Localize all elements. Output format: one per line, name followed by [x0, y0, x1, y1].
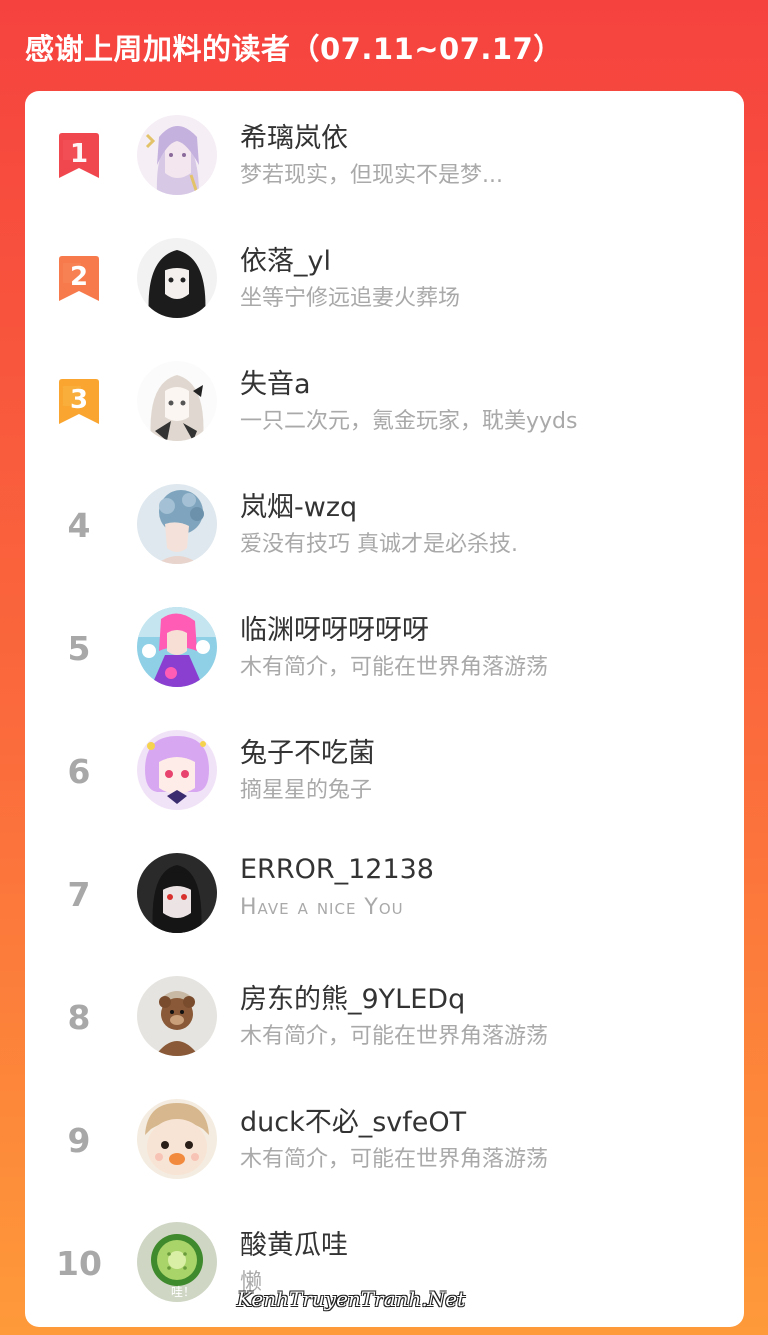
avatar[interactable]	[137, 115, 217, 195]
reader-row[interactable]: 4 岚烟-wzq 爱没有技巧 真诚才是必杀技.	[25, 470, 744, 580]
reader-description: 爱没有技巧 真诚才是必杀技.	[240, 532, 518, 557]
reader-description: 一只二次元，氪金玩家，耽美yyds	[240, 409, 578, 434]
rank-2-ribbon-icon: 2	[55, 244, 103, 314]
reader-row[interactable]: 7 ERROR_12138 Have a nice You	[25, 839, 744, 949]
rank-number: 4	[67, 505, 91, 545]
reader-description: 木有简介，可能在世界角落游荡	[240, 655, 549, 680]
avatar[interactable]	[137, 730, 217, 810]
reader-description: 坐等宁修远追妻火葬场	[240, 286, 461, 311]
reader-name: 临渊呀呀呀呀呀	[240, 615, 429, 646]
avatar[interactable]	[137, 361, 217, 441]
reader-row[interactable]: 1 希璃岚依 梦若现实，但现实不是梦...	[25, 101, 744, 211]
reader-name: 兔子不吃菌	[240, 738, 375, 769]
reader-description: 梦若现实，但现实不是梦...	[240, 163, 503, 188]
rank-number: 9	[67, 1120, 91, 1160]
avatar[interactable]	[137, 484, 217, 564]
reader-row[interactable]: 8 房东的熊_9YLEDq 木有简介，可能在世界角落游荡	[25, 962, 744, 1072]
reader-name: 依落_yl	[240, 246, 331, 277]
reader-ranking-card: 1 希璃岚依 梦若现实，但现实不是梦... 2 依落_yl 坐等宁修远追妻火葬场…	[25, 91, 744, 1327]
reader-description: Have a nice You	[240, 895, 404, 920]
reader-name: 希璃岚依	[240, 123, 348, 154]
avatar[interactable]	[137, 607, 217, 687]
reader-description: 木有简介，可能在世界角落游荡	[240, 1024, 549, 1049]
svg-text:1: 1	[70, 139, 88, 169]
avatar[interactable]	[137, 1099, 217, 1179]
reader-description: 摘星星的兔子	[240, 778, 373, 803]
rank-number: 8	[67, 997, 91, 1037]
avatar[interactable]	[137, 238, 217, 318]
reader-name: 岚烟-wzq	[240, 492, 358, 523]
svg-text:3: 3	[70, 385, 88, 415]
rank-1-ribbon-icon: 1	[55, 121, 103, 191]
reader-row[interactable]: 9 duck不必_svfeOT 木有简介，可能在世界角落游荡	[25, 1085, 744, 1195]
reader-description: 木有简介，可能在世界角落游荡	[240, 1147, 549, 1172]
reader-row[interactable]: 5 临渊呀呀呀呀呀 木有简介，可能在世界角落游荡	[25, 593, 744, 703]
page-header-title: 感谢上周加料的读者（07.11~07.17）	[25, 32, 563, 66]
reader-name: 酸黄瓜哇	[240, 1230, 348, 1261]
avatar[interactable]: 哇！	[137, 1222, 217, 1302]
site-watermark: KenhTruyenTranh.Net	[237, 1287, 466, 1311]
reader-name: duck不必_svfeOT	[240, 1107, 467, 1138]
reader-name: 失音a	[240, 369, 311, 400]
svg-text:哇！: 哇！	[171, 1285, 195, 1299]
rank-number: 10	[56, 1243, 102, 1283]
reader-name: 房东的熊_9YLEDq	[240, 984, 466, 1015]
rank-number: 6	[67, 751, 91, 791]
reader-row[interactable]: 2 依落_yl 坐等宁修远追妻火葬场	[25, 224, 744, 334]
reader-row[interactable]: 6 兔子不吃菌 摘星星的兔子	[25, 716, 744, 826]
rank-3-ribbon-icon: 3	[55, 367, 103, 437]
rank-number: 7	[67, 874, 91, 914]
reader-name: ERROR_12138	[240, 854, 434, 885]
avatar[interactable]	[137, 976, 217, 1056]
avatar[interactable]	[137, 853, 217, 933]
rank-number: 5	[67, 628, 91, 668]
reader-row[interactable]: 3 失音a 一只二次元，氪金玩家，耽美yyds	[25, 347, 744, 457]
svg-text:2: 2	[70, 262, 88, 292]
